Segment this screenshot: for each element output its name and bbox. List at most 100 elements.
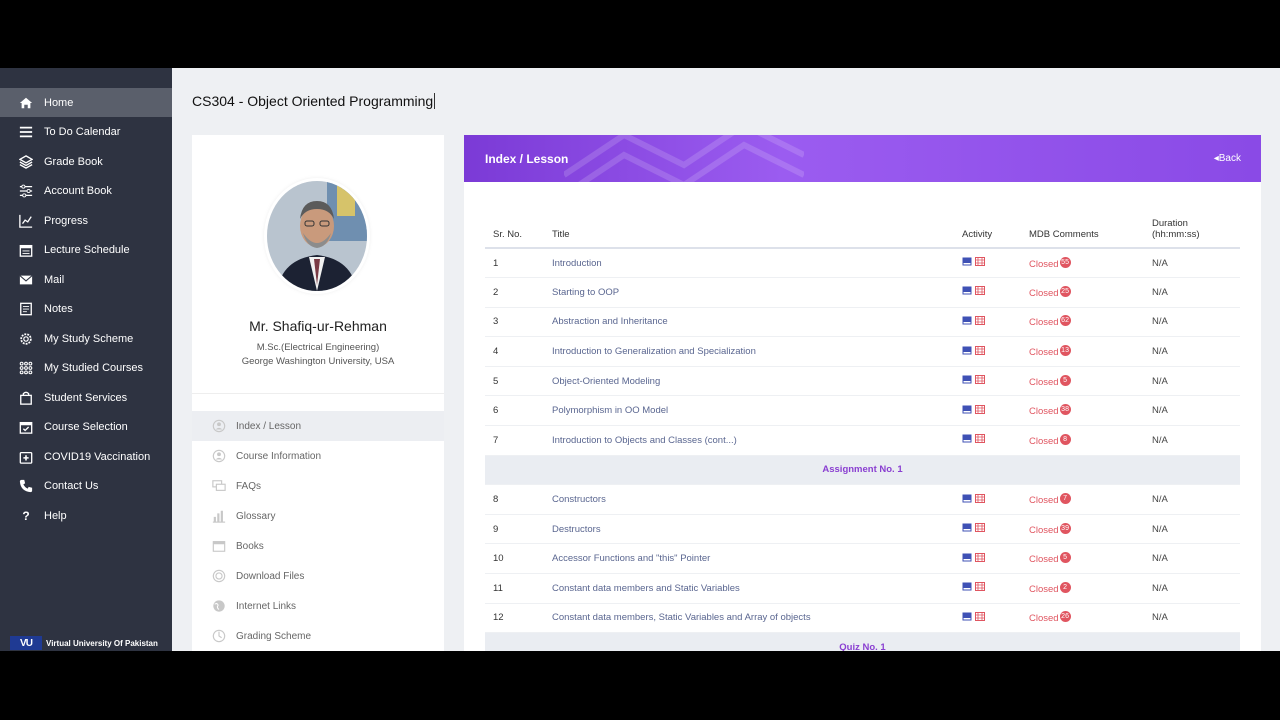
lesson-title-link[interactable]: Accessor Functions and "this" Pointer bbox=[544, 543, 954, 575]
video-icon[interactable] bbox=[975, 286, 985, 296]
sidebar-item-grade-book[interactable]: Grade Book bbox=[0, 147, 172, 176]
sidebar-item-student-services[interactable]: Student Services bbox=[0, 383, 172, 412]
calendar-icon bbox=[19, 243, 33, 257]
video-icon[interactable] bbox=[975, 611, 985, 621]
video-icon[interactable] bbox=[975, 493, 985, 503]
table-row: 6 Polymorphism in OO Model Closed 38 N/A bbox=[485, 395, 1240, 427]
video-icon[interactable] bbox=[975, 523, 985, 533]
book-icon[interactable] bbox=[962, 434, 972, 443]
sidebar-item-lecture-schedule[interactable]: Lecture Schedule bbox=[0, 236, 172, 265]
col-duration: Duration (hh:mm:ss) bbox=[1144, 213, 1240, 249]
book-icon[interactable] bbox=[962, 316, 972, 325]
book-icon[interactable] bbox=[962, 257, 972, 266]
sidebar-item-todo-calendar[interactable]: To Do Calendar bbox=[0, 118, 172, 147]
lesson-title-link[interactable]: Object-Oriented Modeling bbox=[544, 366, 954, 397]
menu-item-glossary[interactable]: Glossary bbox=[192, 501, 444, 531]
col-title: Title bbox=[544, 213, 954, 249]
back-link[interactable]: ◂Back bbox=[1214, 153, 1241, 164]
duration: N/A bbox=[1144, 307, 1240, 338]
menu-item-books[interactable]: Books bbox=[192, 531, 444, 561]
sidebar-item-account-book[interactable]: Account Book bbox=[0, 177, 172, 206]
mdb-cell[interactable]: Closed 39 bbox=[1021, 514, 1144, 545]
mdb-cell[interactable]: Closed 55 bbox=[1021, 248, 1144, 279]
sidebar-item-contact-us[interactable]: Contact Us bbox=[0, 472, 172, 501]
mdb-cell[interactable]: Closed 25 bbox=[1021, 277, 1144, 308]
sr-no: 11 bbox=[485, 573, 544, 604]
book-icon[interactable] bbox=[962, 375, 972, 384]
mdb-cell[interactable]: Closed 5 bbox=[1021, 543, 1144, 575]
lesson-title-link[interactable]: Polymorphism in OO Model bbox=[544, 395, 954, 427]
lesson-table: Sr. No. Title Activity MDB Comments Dura… bbox=[485, 213, 1240, 651]
sidebar-item-notes[interactable]: Notes bbox=[0, 295, 172, 324]
lesson-title-link[interactable]: Constant data members, Static Variables … bbox=[544, 603, 954, 634]
sidebar-item-covid19-vaccination[interactable]: COVID19 Vaccination bbox=[0, 442, 172, 471]
lesson-title-link[interactable]: Introduction bbox=[544, 248, 954, 279]
mdb-cell[interactable]: Closed 8 bbox=[1021, 425, 1144, 456]
book-icon[interactable] bbox=[962, 494, 972, 503]
sidebar-item-label: Mail bbox=[44, 273, 65, 286]
instructor-university: George Washington University, USA bbox=[241, 356, 395, 367]
comment-count-badge: 13 bbox=[1059, 345, 1071, 357]
lesson-title-link[interactable]: Abstraction and Inheritance bbox=[544, 307, 954, 338]
video-icon[interactable] bbox=[975, 257, 985, 267]
globe-icon bbox=[212, 599, 226, 613]
sr-no: 7 bbox=[485, 425, 544, 456]
book-icon[interactable] bbox=[962, 346, 972, 355]
book-icon[interactable] bbox=[962, 553, 972, 562]
video-icon[interactable] bbox=[975, 552, 985, 562]
book-icon[interactable] bbox=[962, 286, 972, 295]
comment-count-badge: 8 bbox=[1059, 433, 1071, 445]
menu-item-grading-scheme[interactable]: Grading Scheme bbox=[192, 621, 444, 651]
video-icon[interactable] bbox=[975, 375, 985, 385]
lesson-title-link[interactable]: Introduction to Generalization and Speci… bbox=[544, 336, 954, 367]
col-activity: Activity bbox=[954, 213, 1021, 249]
mdb-cell[interactable]: Closed 62 bbox=[1021, 307, 1144, 338]
menu-item-course-information[interactable]: Course Information bbox=[192, 441, 444, 471]
table-row: 3 Abstraction and Inheritance Closed 62 N/A bbox=[485, 307, 1240, 338]
video-icon[interactable] bbox=[975, 582, 985, 592]
comment-count-badge: 7 bbox=[1059, 493, 1071, 505]
sidebar-item-label: My Study Scheme bbox=[44, 332, 134, 345]
book-icon[interactable] bbox=[962, 612, 972, 621]
sidebar-item-my-study-scheme[interactable]: My Study Scheme bbox=[0, 324, 172, 353]
mdb-status: Closed bbox=[1029, 258, 1059, 270]
activity-cell bbox=[954, 336, 1021, 367]
video-icon[interactable] bbox=[975, 404, 985, 414]
lesson-title-link[interactable]: Constant data members and Static Variabl… bbox=[544, 573, 954, 604]
menu-item-faqs[interactable]: FAQs bbox=[192, 471, 444, 501]
activity-cell bbox=[954, 543, 1021, 575]
menu-item-download-files[interactable]: Download Files bbox=[192, 561, 444, 591]
menu-item-index-lesson[interactable]: Index / Lesson bbox=[192, 411, 444, 441]
sidebar-item-mail[interactable]: Mail bbox=[0, 265, 172, 294]
sidebar-item-label: Lecture Schedule bbox=[44, 244, 130, 256]
lesson-index-panel: Index / Lesson ◂Back Sr. No. Title Activ… bbox=[464, 135, 1261, 651]
sidebar-item-label: COVID19 Vaccination bbox=[44, 450, 151, 463]
comment-count-badge: 38 bbox=[1059, 404, 1071, 416]
mdb-cell[interactable]: Closed 26 bbox=[1021, 603, 1144, 634]
book-icon[interactable] bbox=[962, 405, 972, 414]
vu-logo-text: Virtual University Of Pakistan bbox=[46, 638, 158, 648]
lesson-title-link[interactable]: Destructors bbox=[544, 514, 954, 545]
mdb-cell[interactable]: Closed 5 bbox=[1021, 366, 1144, 397]
mdb-cell[interactable]: Closed 2 bbox=[1021, 573, 1144, 604]
lesson-title-link[interactable]: Introduction to Objects and Classes (con… bbox=[544, 425, 954, 456]
menu-item-internet-links[interactable]: Internet Links bbox=[192, 591, 444, 621]
video-icon[interactable] bbox=[975, 315, 985, 325]
mdb-cell[interactable]: Closed 38 bbox=[1021, 395, 1144, 427]
duration: N/A bbox=[1144, 603, 1240, 634]
sidebar-item-my-studied-courses[interactable]: My Studied Courses bbox=[0, 354, 172, 383]
mdb-cell[interactable]: Closed 13 bbox=[1021, 336, 1144, 367]
video-icon[interactable] bbox=[975, 345, 985, 355]
video-icon[interactable] bbox=[975, 434, 985, 444]
lesson-title-link[interactable]: Constructors bbox=[544, 484, 954, 515]
book-icon[interactable] bbox=[962, 523, 972, 532]
sidebar-item-course-selection[interactable]: Course Selection bbox=[0, 413, 172, 442]
sidebar-item-help[interactable]: ? Help bbox=[0, 501, 172, 530]
book-icon[interactable] bbox=[962, 582, 972, 591]
download-icon bbox=[212, 569, 226, 583]
home-icon bbox=[19, 96, 33, 110]
sidebar-item-home[interactable]: Home bbox=[0, 88, 172, 117]
mdb-cell[interactable]: Closed 7 bbox=[1021, 484, 1144, 515]
sidebar-item-progress[interactable]: Progress bbox=[0, 206, 172, 235]
lesson-title-link[interactable]: Starting to OOP bbox=[544, 277, 954, 308]
